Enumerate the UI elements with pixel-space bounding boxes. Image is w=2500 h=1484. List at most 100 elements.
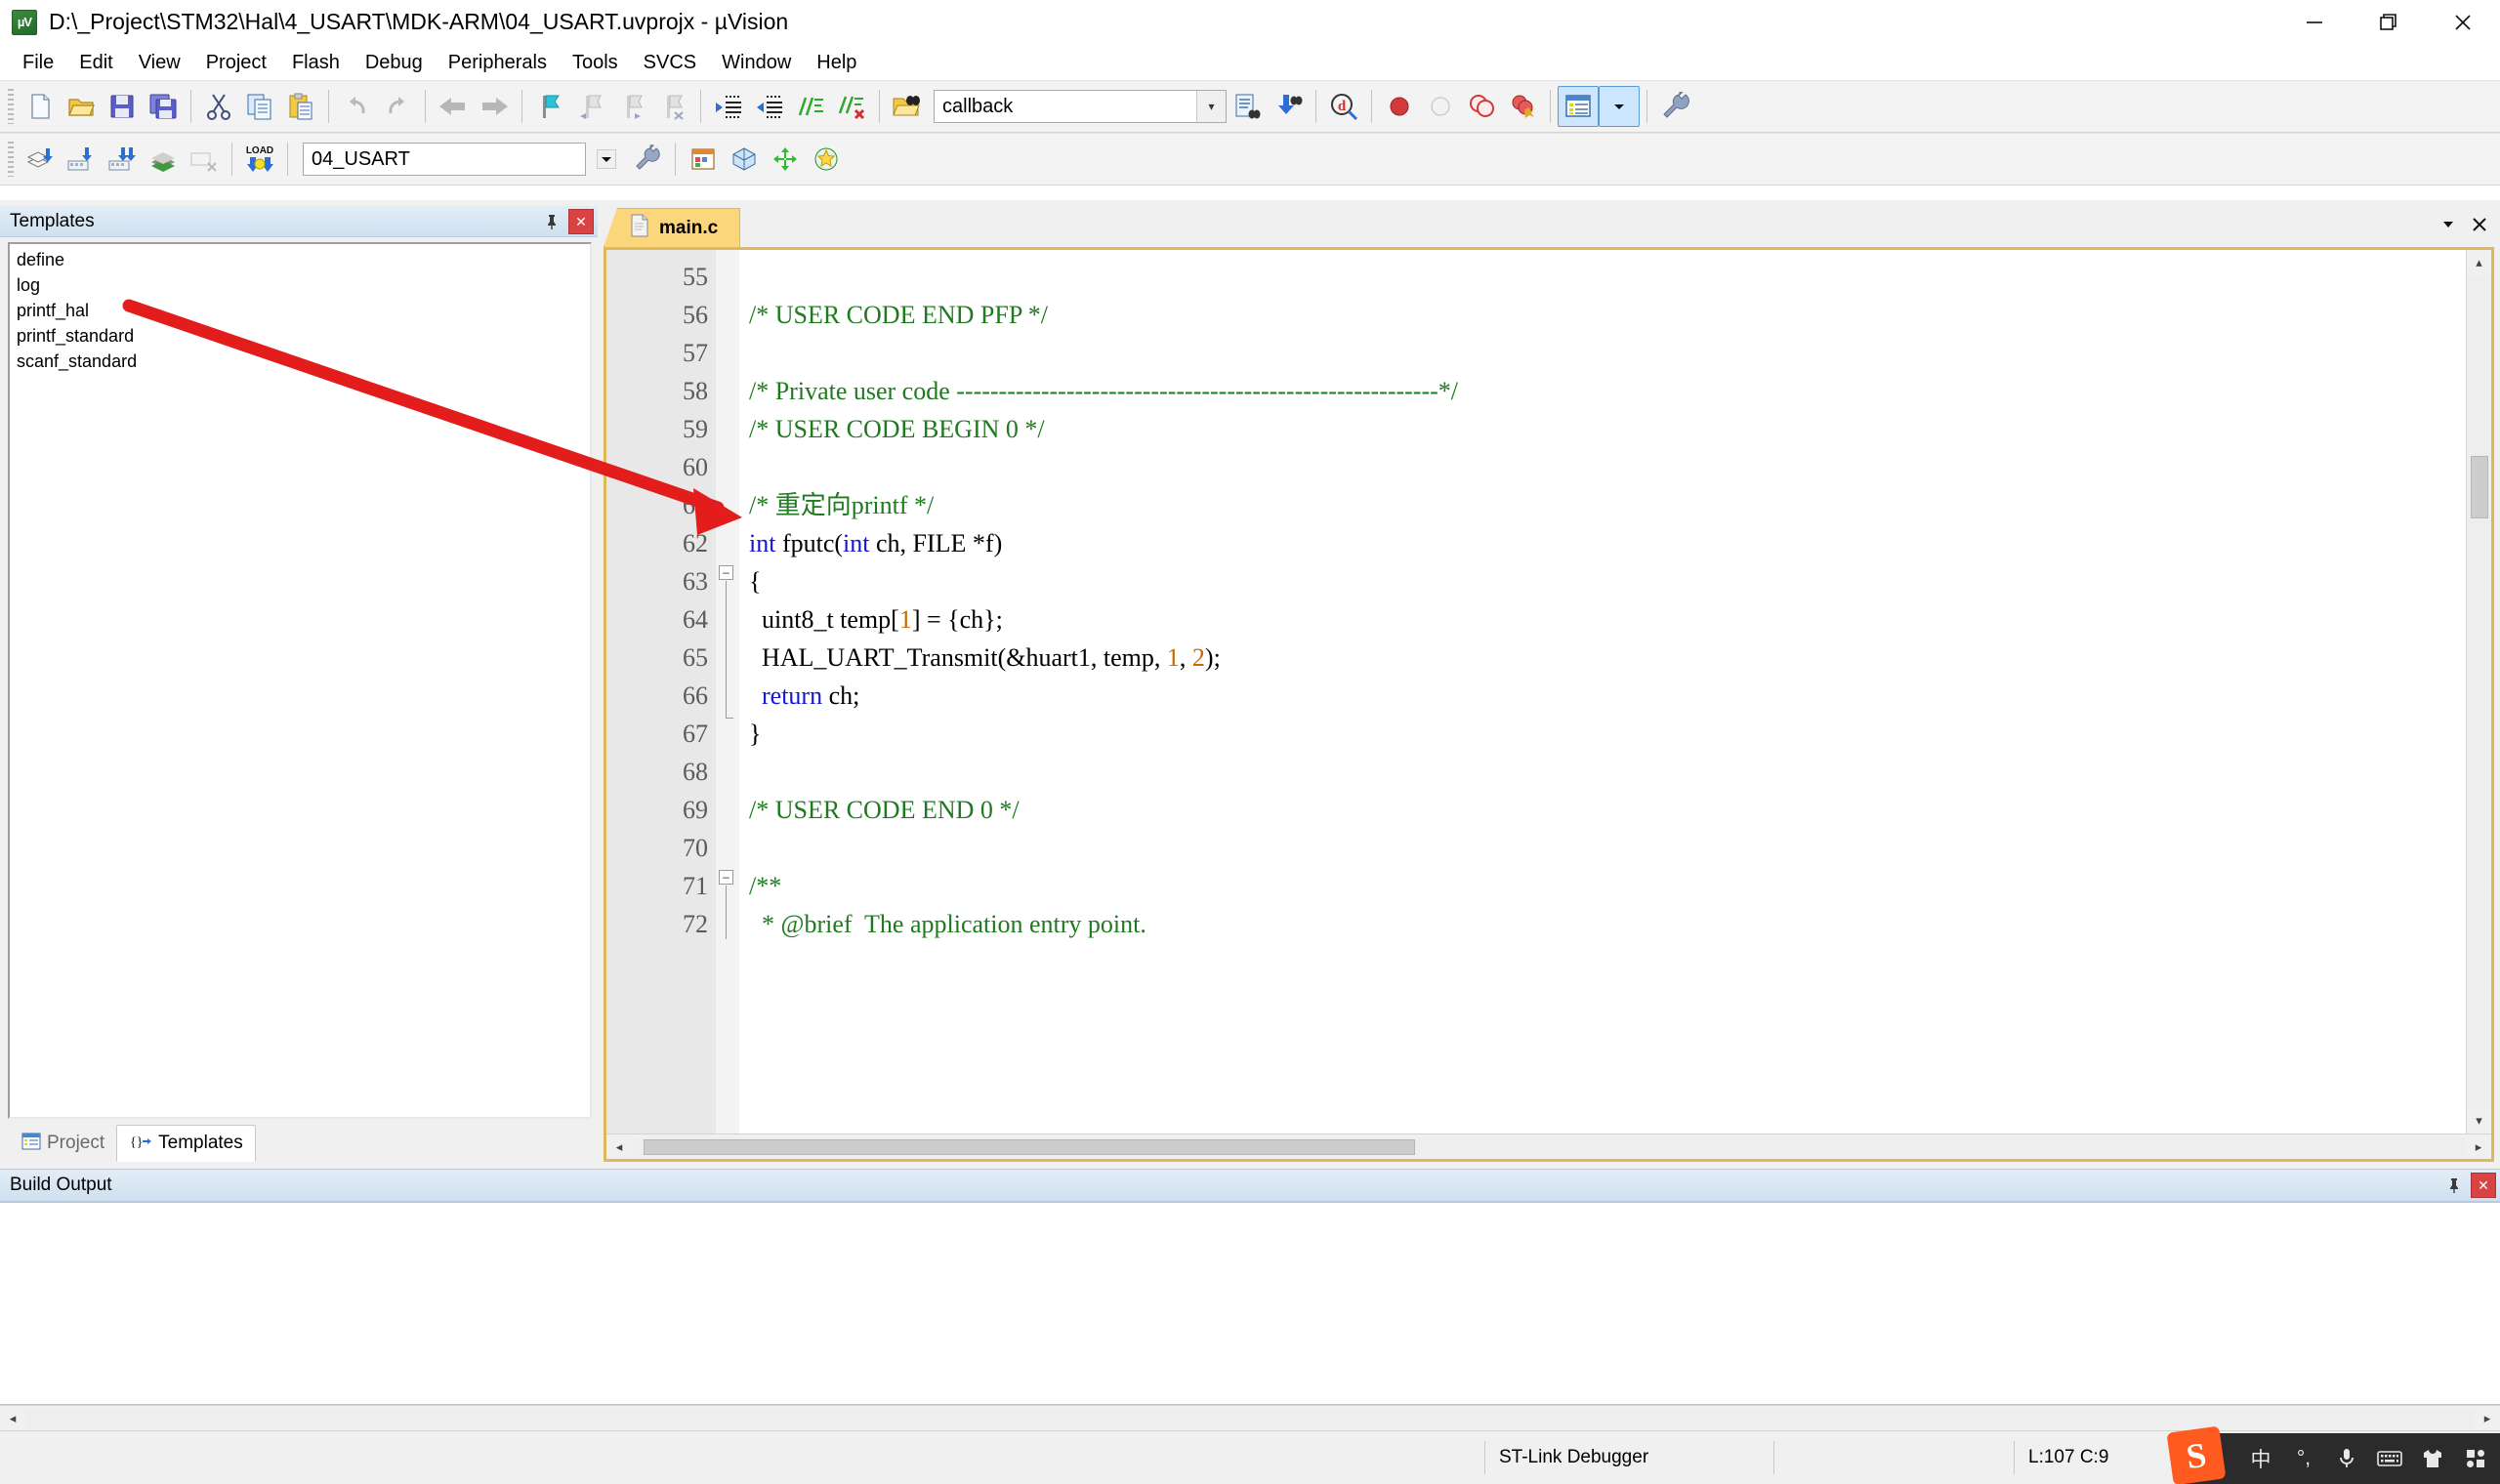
indent-left-icon[interactable] (749, 86, 790, 127)
microphone-icon[interactable] (2332, 1447, 2361, 1470)
menu-item-svcs[interactable]: SVCS (631, 48, 709, 78)
close-icon[interactable]: ✕ (2471, 1173, 2496, 1198)
manage-run-time-icon[interactable] (765, 139, 806, 180)
list-item[interactable]: define (13, 247, 590, 272)
download-load-icon[interactable]: LOAD (239, 139, 280, 180)
close-icon[interactable] (2465, 210, 2494, 239)
tab-project[interactable]: Project (10, 1125, 116, 1162)
open-file-icon[interactable] (61, 86, 102, 127)
toolbar-grip[interactable] (8, 89, 14, 124)
new-file-icon[interactable] (20, 86, 61, 127)
chevron-down-icon[interactable]: ▾ (1196, 91, 1226, 122)
code-folding-column[interactable]: – – (716, 250, 739, 1134)
indent-right-icon[interactable] (708, 86, 749, 127)
vertical-scroll-track[interactable] (2467, 275, 2491, 1108)
save-all-icon[interactable] (143, 86, 184, 127)
scroll-right-icon[interactable]: ▸ (2466, 1135, 2491, 1159)
list-item[interactable]: log (13, 272, 590, 298)
maximize-icon[interactable] (2352, 0, 2426, 45)
menu-item-tools[interactable]: Tools (560, 48, 631, 78)
batch-build-icon[interactable] (143, 139, 184, 180)
horizontal-scroll-track[interactable] (632, 1136, 2466, 1157)
bookmark-next-icon[interactable] (611, 86, 652, 127)
cut-icon[interactable] (198, 86, 239, 127)
find-in-project-icon[interactable] (1268, 86, 1309, 127)
menu-item-flash[interactable]: Flash (279, 48, 353, 78)
scroll-right-icon[interactable]: ▸ (2475, 1407, 2500, 1430)
menu-item-debug[interactable]: Debug (353, 48, 436, 78)
manage-windows-icon[interactable] (1558, 86, 1599, 127)
configure-tools-icon[interactable] (1654, 86, 1695, 127)
fold-toggle-icon[interactable]: – (719, 565, 733, 580)
pin-icon[interactable] (2441, 1173, 2467, 1198)
list-item[interactable]: printf_standard (13, 323, 590, 349)
scroll-up-icon[interactable]: ▴ (2468, 250, 2491, 275)
skin-icon[interactable] (2418, 1448, 2447, 1469)
fold-toggle-icon[interactable]: – (719, 870, 733, 885)
menu-item-project[interactable]: Project (193, 48, 279, 78)
list-item[interactable]: scanf_standard (13, 349, 590, 374)
pin-icon[interactable] (539, 209, 564, 234)
debug-start-icon[interactable]: d (1323, 86, 1364, 127)
vertical-scroll-thumb[interactable] (2470, 456, 2488, 518)
bookmark-prev-icon[interactable] (570, 86, 611, 127)
disable-all-breakpoints-icon[interactable] (1502, 86, 1543, 127)
redo-icon[interactable] (377, 86, 418, 127)
tab-templates[interactable]: {} Templates (116, 1125, 256, 1162)
undo-icon[interactable] (336, 86, 377, 127)
save-icon[interactable] (102, 86, 143, 127)
code-text[interactable]: /* USER CODE END PFP */ /* Private user c… (739, 250, 2466, 1134)
disable-breakpoint-icon[interactable] (1420, 86, 1461, 127)
copy-icon[interactable] (239, 86, 280, 127)
editor-body[interactable]: 55 56 57 58 59 60 61 62 63 64 65 66 67 6… (606, 250, 2491, 1134)
rebuild-icon[interactable] (102, 139, 143, 180)
menu-item-window[interactable]: Window (709, 48, 804, 78)
project-target-value[interactable]: 04_USART (304, 148, 585, 171)
configuration-wizard-icon[interactable] (806, 139, 847, 180)
menu-item-help[interactable]: Help (804, 48, 869, 78)
scroll-left-icon[interactable]: ◂ (606, 1135, 632, 1159)
target-options-icon[interactable] (627, 139, 668, 180)
delete-all-breakpoints-icon[interactable] (1461, 86, 1502, 127)
toolbar-grip[interactable] (8, 142, 14, 177)
close-icon[interactable]: ✕ (568, 208, 594, 234)
navigate-forward-icon[interactable] (474, 86, 515, 127)
horizontal-scroll-track[interactable] (25, 1408, 2475, 1428)
menu-item-view[interactable]: View (126, 48, 193, 78)
keyboard-icon[interactable] (2375, 1449, 2404, 1468)
uncomment-icon[interactable] (831, 86, 872, 127)
comment-icon[interactable] (790, 86, 831, 127)
menu-item-file[interactable]: File (10, 48, 66, 78)
find-next-icon[interactable] (1227, 86, 1268, 127)
chevron-down-icon[interactable] (2434, 210, 2463, 239)
minimize-icon[interactable] (2277, 0, 2352, 45)
bookmark-clear-icon[interactable] (652, 86, 693, 127)
project-target-combo[interactable]: 04_USART (303, 143, 586, 176)
list-item[interactable]: printf_hal (13, 298, 590, 323)
navigate-back-icon[interactable] (433, 86, 474, 127)
paste-icon[interactable] (280, 86, 321, 127)
manage-components-icon[interactable] (683, 139, 724, 180)
templates-list[interactable]: define log printf_hal printf_standard sc… (8, 242, 592, 1119)
search-combo[interactable]: callback ▾ (934, 90, 1227, 123)
translate-icon[interactable] (20, 139, 61, 180)
ime-punctuation-icon[interactable]: °, (2289, 1447, 2318, 1470)
insert-breakpoint-icon[interactable] (1379, 86, 1420, 127)
ime-chinese-icon[interactable]: 中 (2246, 1444, 2275, 1473)
scroll-down-icon[interactable]: ▾ (2468, 1108, 2491, 1134)
pack-installer-icon[interactable] (724, 139, 765, 180)
chevron-down-icon[interactable] (586, 139, 627, 180)
scroll-left-icon[interactable]: ◂ (0, 1407, 25, 1430)
bookmark-toggle-icon[interactable] (529, 86, 570, 127)
stop-build-icon[interactable] (184, 139, 225, 180)
menu-item-edit[interactable]: Edit (66, 48, 125, 78)
horizontal-scroll-thumb[interactable] (644, 1138, 1415, 1155)
search-input[interactable]: callback (935, 96, 1196, 118)
toolbox-icon[interactable] (2461, 1448, 2490, 1469)
build-output-text[interactable] (0, 1202, 2500, 1405)
editor-tab-main-c[interactable]: main.c (604, 208, 741, 247)
build-icon[interactable] (61, 139, 102, 180)
editor-horizontal-scrollbar[interactable]: ◂ ▸ (606, 1134, 2491, 1159)
menu-item-peripherals[interactable]: Peripherals (436, 48, 560, 78)
close-icon[interactable] (2426, 0, 2500, 45)
